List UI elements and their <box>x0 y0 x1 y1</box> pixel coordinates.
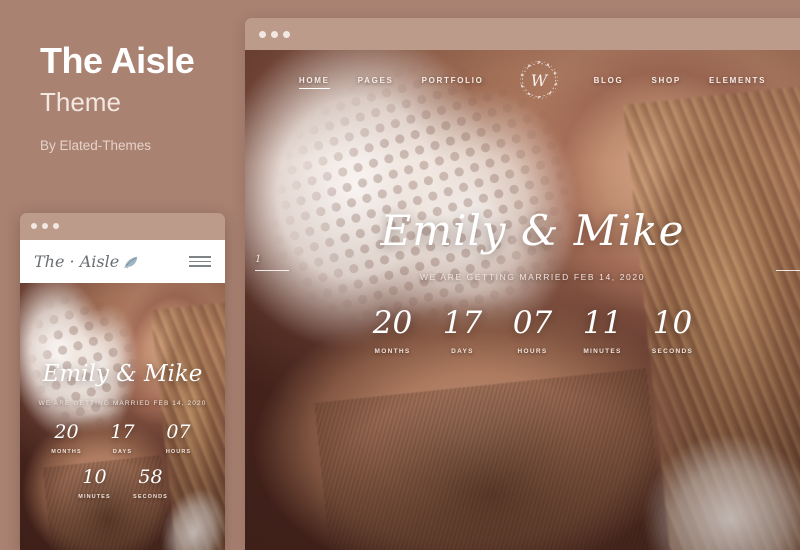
slider-next-control[interactable]: 2 <box>764 255 800 271</box>
countdown-value-hours: 07 <box>512 305 553 341</box>
mobile-window-chrome <box>20 213 225 240</box>
mobile-countdown-cell-seconds: 58 SECONDS <box>123 466 179 501</box>
countdown-value-minutes: 11 <box>582 305 623 341</box>
countdown-label-days: DAYS <box>451 348 474 355</box>
mobile-countdown-value-seconds: 58 <box>138 466 163 488</box>
couple-names: Emily & Mike <box>380 206 685 255</box>
desktop-preview-window: HOME PAGES PORTFOLIO W BLOG SHOP ELEMENT… <box>245 18 800 550</box>
countdown-cell-seconds: 10 SECONDS <box>638 305 708 356</box>
promo-block: The Aisle Theme By Elated-Themes <box>40 40 260 154</box>
countdown-cell-months: 20 MONTHS <box>358 305 428 356</box>
minimize-dot-icon[interactable] <box>271 31 278 38</box>
maximize-dot-icon[interactable] <box>283 31 290 38</box>
mobile-logo-text: The · Aisle <box>34 252 120 271</box>
countdown-label-seconds: SECONDS <box>651 348 694 355</box>
slider-prev-index: 1 <box>255 254 262 265</box>
logo-letter: W <box>530 71 548 90</box>
nav-item-blog[interactable]: BLOG <box>580 70 638 91</box>
hamburger-menu-icon[interactable] <box>189 256 211 267</box>
slider-next-line-icon <box>776 270 800 271</box>
window-control-dots[interactable] <box>259 31 290 38</box>
site-main-nav: HOME PAGES PORTFOLIO W BLOG SHOP ELEMENT… <box>245 50 800 110</box>
nav-item-home[interactable]: HOME <box>285 70 344 91</box>
mobile-countdown-value-days: 17 <box>110 421 135 443</box>
theme-subtitle: Theme <box>40 86 121 117</box>
countdown-value-seconds: 10 <box>652 305 693 341</box>
nav-item-portfolio[interactable]: PORTFOLIO <box>408 70 498 91</box>
countdown-cell-hours: 07 HOURS <box>498 305 568 356</box>
theme-title: The Aisle <box>40 40 195 81</box>
mobile-countdown-value-hours: 07 <box>166 421 191 443</box>
nav-right-group: BLOG SHOP ELEMENTS <box>580 70 781 91</box>
mobile-wedding-date-subtitle: WE ARE GETTING MARRIED FEB 14, 2020 <box>38 400 207 407</box>
countdown-label-hours: HOURS <box>517 348 548 355</box>
mobile-site-header: The · Aisle <box>20 240 225 283</box>
hero-section: Emily & Mike WE ARE GETTING MARRIED FEB … <box>245 50 800 550</box>
countdown-label-months: MONTHS <box>374 348 411 355</box>
mobile-countdown-timer: 20 MONTHS 17 DAYS 07 HOURS 10 MINUTES 58 <box>20 423 225 513</box>
mobile-window-control-dots[interactable] <box>31 223 59 229</box>
mobile-countdown-cell-minutes: 10 MINUTES <box>67 466 123 501</box>
countdown-label-minutes: MINUTES <box>583 348 622 355</box>
close-dot-icon[interactable] <box>259 31 266 38</box>
mobile-logo[interactable]: The · Aisle <box>34 252 139 271</box>
leaf-icon <box>124 256 138 268</box>
screenshot-root: The Aisle Theme By Elated-Themes HOME PA… <box>0 0 800 550</box>
theme-author: By Elated-Themes <box>40 138 152 154</box>
mobile-countdown-cell-days: 17 DAYS <box>95 421 151 456</box>
slider-prev-line-icon <box>255 270 289 271</box>
countdown-cell-days: 17 DAYS <box>428 305 498 356</box>
mobile-countdown-label-hours: HOURS <box>165 449 192 455</box>
countdown-value-days: 17 <box>442 305 483 341</box>
mobile-countdown-cell-months: 20 MONTHS <box>39 421 95 456</box>
countdown-timer: 20 MONTHS 17 DAYS 07 HOURS 11 MINUTES 10… <box>245 305 800 356</box>
wedding-date-subtitle: WE ARE GETTING MARRIED FEB 14, 2020 <box>419 272 646 282</box>
desktop-viewport: HOME PAGES PORTFOLIO W BLOG SHOP ELEMENT… <box>245 50 800 550</box>
nav-item-elements[interactable]: ELEMENTS <box>695 70 780 91</box>
desktop-window-chrome <box>245 18 800 50</box>
slider-next-index: 2 <box>764 255 800 265</box>
mobile-preview-window: The · Aisle Emily & Mike WE ARE GETTING … <box>20 213 225 550</box>
mobile-countdown-label-minutes: MINUTES <box>78 494 111 500</box>
wreath-monogram-logo[interactable]: W <box>514 55 564 105</box>
mobile-countdown-label-seconds: SECONDS <box>133 494 168 500</box>
nav-item-shop[interactable]: SHOP <box>637 70 694 91</box>
mobile-countdown-label-days: DAYS <box>112 449 133 455</box>
mobile-close-dot-icon[interactable] <box>31 223 37 229</box>
mobile-couple-names: Emily & Mike <box>42 361 203 387</box>
mobile-countdown-value-months: 20 <box>54 421 79 443</box>
nav-item-pages[interactable]: PAGES <box>344 70 408 91</box>
mobile-minimize-dot-icon[interactable] <box>42 223 48 229</box>
mobile-countdown-value-minutes: 10 <box>82 466 107 488</box>
countdown-value-months: 20 <box>372 305 413 341</box>
nav-left-group: HOME PAGES PORTFOLIO <box>285 70 498 91</box>
mobile-countdown-label-months: MONTHS <box>51 449 82 455</box>
countdown-cell-minutes: 11 MINUTES <box>568 305 638 356</box>
slider-prev-control[interactable]: 1 <box>255 255 301 271</box>
mobile-countdown-cell-hours: 07 HOURS <box>151 421 207 456</box>
mobile-maximize-dot-icon[interactable] <box>53 223 59 229</box>
mobile-viewport: Emily & Mike WE ARE GETTING MARRIED FEB … <box>20 283 225 550</box>
